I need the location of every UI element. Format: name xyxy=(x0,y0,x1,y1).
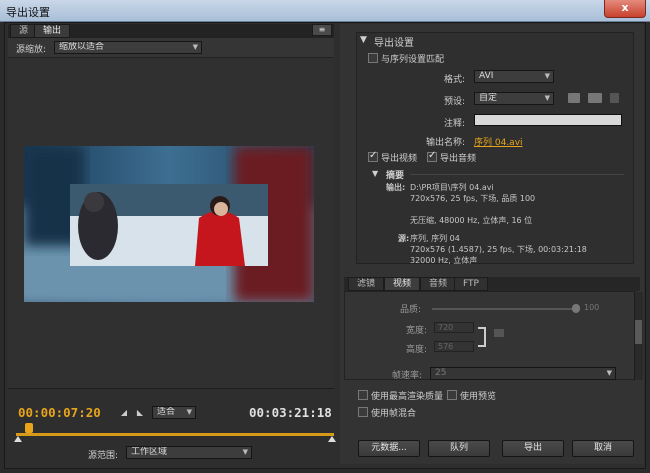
max-render-quality-label: 使用最高渲染质量 xyxy=(371,392,444,402)
quality-value: 100 xyxy=(584,303,600,312)
title-bar: 导出设置 xyxy=(0,0,650,22)
source-range-label: 源范围: xyxy=(88,451,119,461)
metadata-button[interactable]: 元数据... xyxy=(358,440,420,457)
zoom-dropdown[interactable]: 适合 ▼ xyxy=(152,406,196,419)
summary-output-line: D:\PR项目\序列 04.avi xyxy=(410,183,494,192)
tab-ftp[interactable]: FTP xyxy=(454,277,488,291)
preset-label: 预设: xyxy=(444,97,466,107)
chevron-down-icon: ▼ xyxy=(186,408,192,416)
framerate-dropdown[interactable]: 25 ▼ xyxy=(430,367,616,380)
export-video-label: 导出视频 xyxy=(381,154,418,164)
source-scale-label: 源缩放: xyxy=(16,45,47,55)
source-range-dropdown[interactable]: 工作区域 ▼ xyxy=(126,446,252,459)
summary-output-line: 720x576, 25 fps, 下场, 品质 100 xyxy=(410,194,536,203)
tab-video[interactable]: 视频 xyxy=(384,277,421,291)
summary-output-label: 输出: xyxy=(386,183,406,192)
source-scale-value: 缩放以适合 xyxy=(59,42,105,52)
summary-source-label: 源: xyxy=(398,234,410,243)
height-value: 576 xyxy=(438,342,454,351)
preset-dropdown[interactable]: 自定 ▼ xyxy=(474,92,554,105)
chevron-down-icon: ▼ xyxy=(192,43,198,51)
delete-preset-icon[interactable] xyxy=(610,93,619,103)
comment-input[interactable] xyxy=(474,114,622,126)
format-value: AVI xyxy=(479,71,494,81)
cancel-button[interactable]: 取消 xyxy=(572,440,634,457)
summary-source-line: 720x576 (1.4587), 25 fps, 下场, 00:03:21:1… xyxy=(410,245,587,254)
export-button[interactable]: 导出 xyxy=(502,440,564,457)
chevron-down-icon: ▼ xyxy=(606,369,612,377)
video-preview-image xyxy=(24,146,314,302)
scrollbar-thumb[interactable] xyxy=(635,320,642,344)
framerate-label: 帧速率: xyxy=(392,371,423,381)
playhead-handle[interactable] xyxy=(25,423,33,433)
summary-source-line: 序列, 序列 04 xyxy=(410,234,460,243)
summary-output-line: 无压缩, 48000 Hz, 立体声, 16 位 xyxy=(410,216,533,225)
chain-link-icon[interactable] xyxy=(494,329,504,337)
mark-in-icon[interactable]: ◢ xyxy=(116,406,132,419)
output-name-link[interactable]: 序列 04.avi xyxy=(474,135,523,148)
format-dropdown[interactable]: AVI ▼ xyxy=(474,70,554,83)
in-point-handle[interactable] xyxy=(14,436,22,442)
summary-source-line: 32000 Hz, 立体声 xyxy=(410,256,478,265)
window-title: 导出设置 xyxy=(6,6,50,19)
use-previews-label: 使用预览 xyxy=(460,392,497,402)
export-settings-heading: 导出设置 xyxy=(374,38,414,49)
link-bracket-icon xyxy=(478,327,486,347)
tab-filters[interactable]: 滤镜 xyxy=(348,277,385,291)
export-audio-checkbox[interactable] xyxy=(427,150,437,162)
tab-output[interactable]: 输出 xyxy=(34,24,71,38)
frame-blending-checkbox[interactable] xyxy=(358,407,368,417)
out-point-handle[interactable] xyxy=(328,436,336,442)
queue-button[interactable]: 队列 xyxy=(428,440,490,457)
mark-out-icon[interactable]: ◣ xyxy=(132,406,148,419)
quality-slider[interactable] xyxy=(432,308,578,310)
format-label: 格式: xyxy=(444,75,466,85)
output-name-label: 输出名称: xyxy=(426,138,466,148)
export-settings-section xyxy=(356,32,634,264)
quality-slider-handle[interactable] xyxy=(572,304,580,313)
panel-menu-icon[interactable]: ≡ xyxy=(312,24,332,36)
match-sequence-label: 与序列设置匹配 xyxy=(381,55,445,65)
current-timecode[interactable]: 00:00:07:20 xyxy=(18,405,101,420)
export-audio-label: 导出音频 xyxy=(440,154,477,164)
source-range-value: 工作区域 xyxy=(131,447,168,457)
zoom-value: 适合 xyxy=(157,407,176,417)
chevron-down-icon: ▼ xyxy=(544,72,550,80)
summary-output-line xyxy=(410,204,535,215)
height-field[interactable]: 576 xyxy=(434,341,474,352)
preset-value: 自定 xyxy=(479,93,498,103)
framerate-value: 25 xyxy=(435,368,447,378)
summary-source-text: 序列, 序列 04 720x576 (1.4587), 25 fps, 下场, … xyxy=(410,233,587,266)
width-field[interactable]: 720 xyxy=(434,322,474,333)
timeline-bar[interactable] xyxy=(16,433,334,436)
summary-collapse-icon[interactable]: ▼ xyxy=(372,169,378,178)
tab-source[interactable]: 源 xyxy=(10,24,38,38)
save-preset-icon[interactable] xyxy=(568,93,580,103)
use-previews-checkbox[interactable] xyxy=(447,390,457,400)
source-scale-dropdown[interactable]: 缩放以适合 ▼ xyxy=(54,41,202,54)
export-video-checkbox[interactable] xyxy=(368,150,378,162)
summary-heading: 摘要 xyxy=(386,171,405,181)
video-preview-frame xyxy=(24,146,314,302)
collapse-triangle-icon[interactable]: ▼ xyxy=(360,35,367,45)
chevron-down-icon: ▼ xyxy=(242,448,248,456)
chevron-down-icon: ▼ xyxy=(544,94,550,102)
width-label: 宽度: xyxy=(406,326,428,336)
quality-label: 品质: xyxy=(400,305,422,315)
summary-output-text: D:\PR项目\序列 04.avi 720x576, 25 fps, 下场, 品… xyxy=(410,182,535,226)
tab-audio[interactable]: 音频 xyxy=(420,277,457,291)
max-render-quality-checkbox[interactable] xyxy=(358,390,368,400)
height-label: 高度: xyxy=(406,345,428,355)
close-button[interactable]: x xyxy=(604,0,646,18)
comment-label: 注释: xyxy=(444,119,466,129)
summary-divider xyxy=(410,174,624,175)
duration-timecode: 00:03:21:18 xyxy=(249,405,332,420)
width-value: 720 xyxy=(438,323,454,332)
frame-blending-label: 使用帧混合 xyxy=(371,409,417,419)
match-sequence-checkbox[interactable] xyxy=(368,53,378,63)
import-preset-icon[interactable] xyxy=(588,93,602,103)
